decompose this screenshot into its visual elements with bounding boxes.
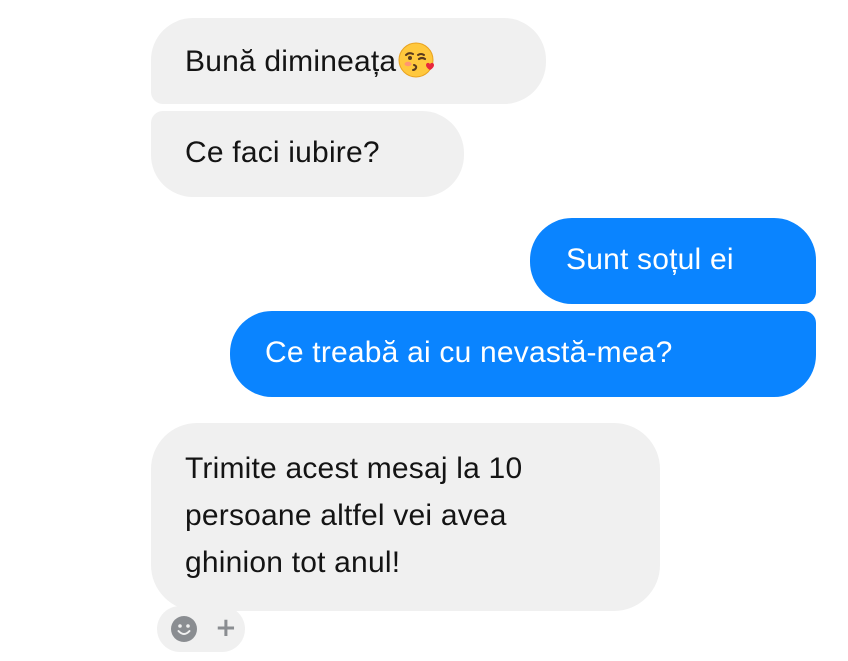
incoming-message-bubble[interactable]: Trimite acest mesaj la 10 persoane altfe… [151,423,660,611]
message-text: Sunt soțul ei [566,243,734,276]
message-text-line: Trimite acest mesaj la 10 [185,452,523,485]
incoming-message-bubble[interactable]: Bună dimineața [151,18,546,104]
kissing-face-with-heart-emoji-icon [397,41,435,79]
incoming-message-bubble[interactable]: Ce faci iubire? [151,111,464,197]
message-text: Ce faci iubire? [185,136,380,169]
message-text: Ce treabă ai cu nevastă-mea? [265,336,673,369]
reaction-button[interactable]: + [157,606,245,652]
message-text-line: ghinion tot anul! [185,546,401,579]
message-text-line: persoane altfel vei avea [185,499,507,532]
add-reaction-icon[interactable]: + [215,615,237,641]
message-text: Bună dimineața [185,45,397,78]
outgoing-message-bubble[interactable]: Sunt soțul ei [530,218,816,304]
outgoing-message-bubble[interactable]: Ce treabă ai cu nevastă-mea? [230,311,816,397]
smiley-face-icon[interactable] [171,616,197,642]
